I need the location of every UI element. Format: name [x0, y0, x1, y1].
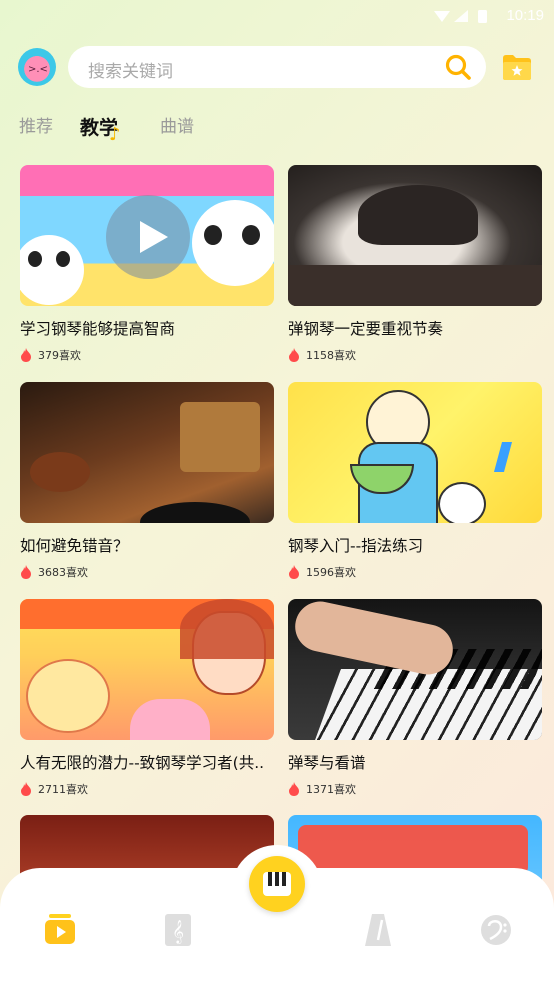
video-thumbnail[interactable] [20, 599, 274, 740]
flame-icon [21, 782, 31, 796]
likes-count: 2711喜欢 [20, 781, 274, 797]
likes-label: 3683喜欢 [38, 566, 88, 579]
video-thumbnail[interactable] [288, 382, 542, 523]
svg-text:𝄞: 𝄞 [172, 919, 184, 944]
music-note-icon: ♪ [109, 124, 121, 145]
list-item[interactable]: 弹钢琴一定要重视节奏 1158喜欢 [288, 165, 542, 363]
likes-count: 1371喜欢 [288, 781, 542, 797]
likes-label: 1596喜欢 [306, 566, 356, 579]
avatar[interactable]: >.< [18, 48, 56, 86]
video-thumbnail[interactable] [288, 165, 542, 306]
card-title: 弹钢琴一定要重视节奏 [288, 320, 444, 338]
status-time: 10:19 [506, 7, 544, 24]
search-icon[interactable] [444, 53, 472, 81]
flame-icon [21, 565, 31, 579]
video-thumbnail[interactable] [20, 382, 274, 523]
card-title: 弹琴与看谱 [288, 754, 366, 772]
metronome-icon[interactable] [363, 914, 393, 946]
flame-icon [289, 348, 299, 362]
tab-recommend[interactable]: 推荐 [19, 112, 53, 137]
likes-count: 1158喜欢 [288, 347, 542, 363]
flame-icon [289, 782, 299, 796]
list-item[interactable]: 学习钢琴能够提高智商 379喜欢 [20, 165, 274, 363]
card-title: 学习钢琴能够提高智商 [20, 320, 176, 338]
piano-icon [263, 872, 291, 896]
likes-label: 379喜欢 [38, 349, 81, 362]
list-item[interactable]: 人有无限的潜力--致钢琴学习者(共.. 2711喜欢 [20, 599, 274, 797]
video-icon[interactable] [45, 914, 75, 946]
likes-label: 1371喜欢 [306, 783, 356, 796]
flame-icon [21, 348, 31, 362]
play-icon[interactable] [132, 217, 172, 257]
likes-count: 1596喜欢 [288, 564, 542, 580]
search-input[interactable]: 搜索关键词 [68, 46, 486, 88]
signal-battery-icon [434, 10, 487, 23]
sheet-music-icon[interactable]: 𝄞 [163, 914, 193, 946]
likes-count: 3683喜欢 [20, 564, 274, 580]
list-item[interactable]: 如何避免错音？ 3683喜欢 [20, 382, 274, 580]
card-title: 钢琴入门--指法练习 [288, 537, 424, 555]
likes-count: 379喜欢 [20, 347, 274, 363]
list-item[interactable]: 弹琴与看谱 1371喜欢 [288, 599, 542, 797]
search-placeholder: 搜索关键词 [88, 62, 173, 82]
avatar-face-icon: >.< [28, 64, 48, 75]
likes-label: 2711喜欢 [38, 783, 88, 796]
video-thumbnail[interactable] [288, 599, 542, 740]
tab-sheet-music[interactable]: 曲谱 [160, 112, 194, 137]
piano-button[interactable] [249, 856, 305, 912]
video-thumbnail[interactable] [20, 165, 274, 306]
card-title: 如何避免错音？ [20, 537, 129, 555]
status-bar: 10:19 [0, 0, 554, 32]
star-folder-icon[interactable] [501, 53, 533, 81]
list-item[interactable]: 钢琴入门--指法练习 1596喜欢 [288, 382, 542, 580]
card-title: 人有无限的潜力--致钢琴学习者(共.. [20, 754, 265, 772]
likes-label: 1158喜欢 [306, 349, 356, 362]
flame-icon [289, 565, 299, 579]
bass-clef-icon[interactable] [481, 914, 511, 946]
